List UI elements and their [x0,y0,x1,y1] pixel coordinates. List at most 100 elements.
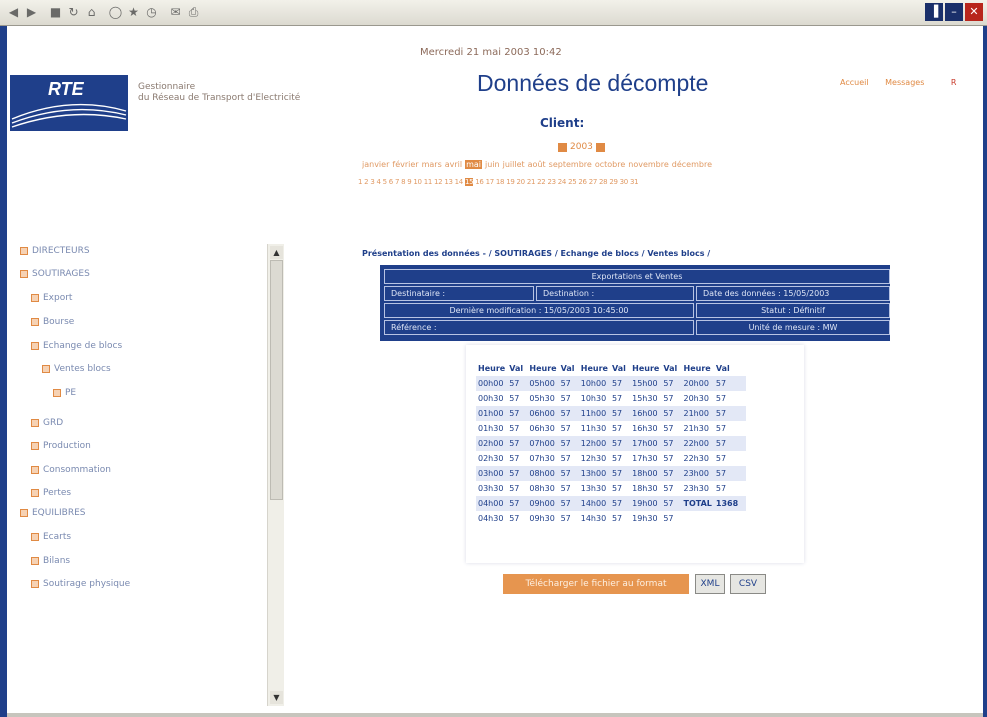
day-link[interactable]: 11 [424,178,433,186]
day-link[interactable]: 9 [407,178,411,186]
window-frame-bottom [7,713,983,717]
day-link[interactable]: 3 [370,178,374,186]
sidebar-item[interactable]: DIRECTEURS [20,244,90,258]
day-link[interactable]: 5 [383,178,387,186]
messages-link[interactable]: Messages [885,78,924,87]
day-link[interactable]: 6 [389,178,393,186]
csv-button[interactable]: CSV [730,574,766,594]
day-link[interactable]: 18 [496,178,505,186]
day-link[interactable]: 15 [464,178,474,186]
browser-toolbar: ◀ ▶ ■ ↻ ⌂ ◯ ★ ◷ ✉ ⎙ ▐ – ✕ [0,0,987,26]
sidebar-item-label: Echange de blocs [43,341,123,351]
day-link[interactable]: 2 [364,178,368,186]
next-year-button[interactable] [595,142,605,152]
scroll-thumb[interactable] [270,260,283,500]
day-link[interactable]: 4 [376,178,380,186]
favorites-icon[interactable]: ★ [126,5,141,20]
mail-icon[interactable]: ✉ [168,5,183,20]
day-link[interactable]: 26 [578,178,587,186]
table-cell: 02h00 [476,436,508,451]
day-link[interactable]: 7 [395,178,399,186]
sidebar-item[interactable]: EQUILIBRES [20,506,86,520]
day-link[interactable]: 28 [599,178,608,186]
day-link[interactable]: 31 [630,178,639,186]
day-link[interactable]: 14 [455,178,464,186]
month-link[interactable]: février [392,160,418,169]
top-links: Accueil Messages R [840,78,970,87]
sidebar-item[interactable]: SOUTIRAGES [20,267,90,281]
table-cell: 16h00 [630,406,662,421]
day-link[interactable]: 16 [475,178,484,186]
close-button[interactable]: ✕ [965,3,983,21]
back-icon[interactable]: ◀ [6,5,21,20]
day-link[interactable]: 8 [401,178,405,186]
day-link[interactable]: 19 [506,178,515,186]
sidebar-item[interactable]: Export [31,291,72,305]
client-label: Client: [540,116,585,130]
month-link[interactable]: avril [445,160,462,169]
month-link[interactable]: mai [465,160,483,169]
sidebar-item[interactable]: PE [53,386,76,400]
table-cell: 01h00 [476,406,508,421]
month-link[interactable]: juillet [503,160,525,169]
day-link[interactable]: 29 [609,178,618,186]
day-link[interactable]: 1 [358,178,362,186]
history-icon[interactable]: ◷ [144,5,159,20]
sidebar-item[interactable]: Echange de blocs [31,339,122,353]
month-link[interactable]: novembre [628,160,669,169]
download-button[interactable]: Télécharger le fichier au format [503,574,689,594]
day-link[interactable]: 24 [558,178,567,186]
table-row: 04h00 57 09h00 57 14h00 57 19h00 57 TOTAL 1368 [476,496,747,511]
day-link[interactable]: 12 [434,178,443,186]
month-link[interactable]: janvier [362,160,389,169]
sidebar-item[interactable]: GRD [31,416,63,430]
home-icon[interactable]: ⌂ [84,5,99,20]
column-header: Val [509,363,524,373]
sidebar-item[interactable]: Bilans [31,554,70,568]
xml-button[interactable]: XML [695,574,725,594]
day-link[interactable]: 20 [517,178,526,186]
table-cell: 08h00 [527,466,559,481]
stop-icon[interactable]: ■ [48,5,63,20]
sidebar-item[interactable]: Consommation [31,463,111,477]
month-link[interactable]: août [528,160,546,169]
day-link[interactable]: 27 [589,178,598,186]
table-cell: 04h00 [476,496,508,511]
day-link[interactable]: 25 [568,178,577,186]
home-link[interactable]: Accueil [840,78,869,87]
month-link[interactable]: septembre [549,160,592,169]
day-link[interactable]: 21 [527,178,536,186]
print-icon[interactable]: ⎙ [186,5,201,20]
scroll-down-icon[interactable]: ▼ [270,691,283,704]
edge-link[interactable]: R [951,78,957,87]
prev-year-button[interactable] [558,142,567,152]
folder-icon [31,580,39,588]
sidebar-item[interactable]: Soutirage physique [31,577,130,591]
day-link[interactable]: 30 [620,178,629,186]
table-cell: 57 [661,496,682,511]
day-link[interactable]: 10 [413,178,422,186]
sidebar-item[interactable]: Bourse [31,315,74,329]
refresh-icon[interactable]: ↻ [66,5,81,20]
sidebar-item[interactable]: Ventes blocs [42,362,111,376]
table-cell: 57 [611,484,623,493]
day-link[interactable]: 23 [547,178,556,186]
month-link[interactable]: juin [485,160,500,169]
table-row: 03h00 57 08h00 57 13h00 57 18h00 57 23h00 57 [476,466,747,481]
day-link[interactable]: 22 [537,178,546,186]
sidebar-item[interactable]: Pertes [31,486,71,500]
table-cell: 57 [609,496,631,511]
month-link[interactable]: décembre [672,160,712,169]
sidebar-scrollbar[interactable]: ▲ ▼ [267,244,284,706]
day-link[interactable]: 13 [444,178,453,186]
month-link[interactable]: octobre [595,160,625,169]
sidebar-item[interactable]: Ecarts [31,530,71,544]
search-icon[interactable]: ◯ [108,5,123,20]
forward-icon[interactable]: ▶ [24,5,39,20]
day-link[interactable]: 17 [486,178,495,186]
sidebar-item[interactable]: Production [31,439,91,453]
info-table: Exportations et Ventes Destinataire : De… [380,265,890,341]
month-link[interactable]: mars [422,160,442,169]
scroll-up-icon[interactable]: ▲ [270,246,283,259]
minimize-button[interactable]: – [945,3,963,21]
